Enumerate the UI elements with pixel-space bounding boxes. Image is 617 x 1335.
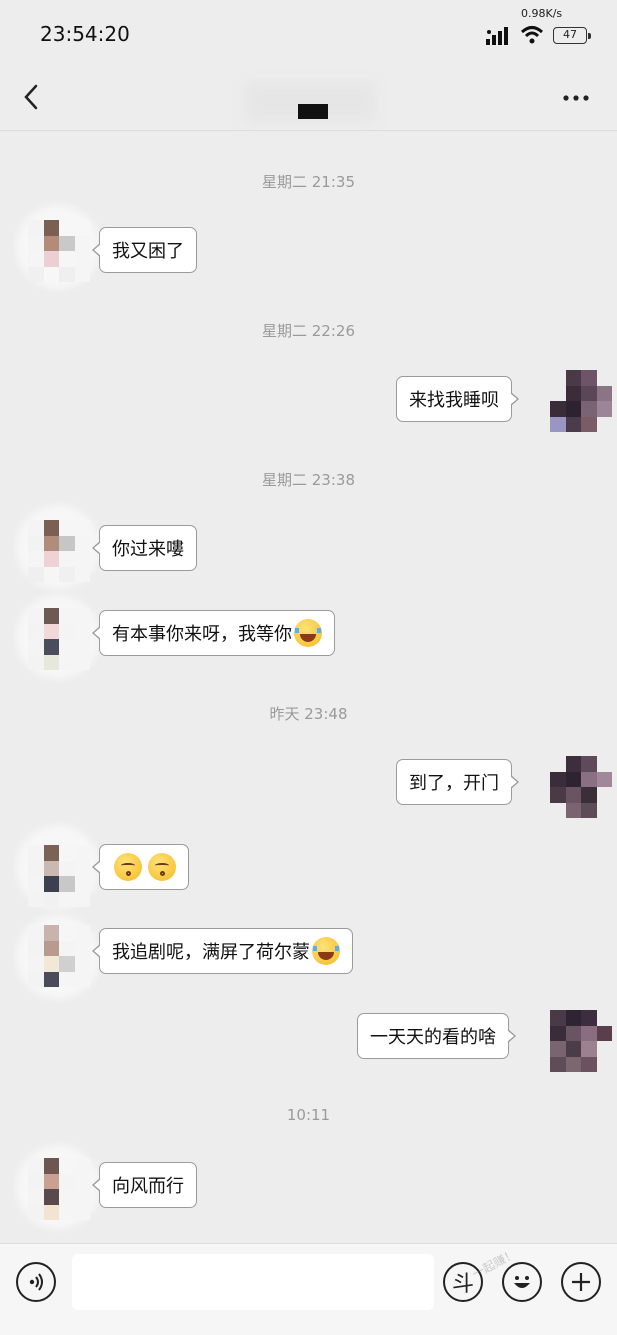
message-text: 有本事你来呀，我等你: [112, 624, 292, 645]
message-bubble-right[interactable]: 一天天的看的啥: [357, 1013, 516, 1059]
input-bar: 斗: [0, 1243, 617, 1335]
emoji-button[interactable]: [502, 1262, 542, 1302]
chat-header: [0, 62, 617, 131]
timestamp: 星期二 22:26: [262, 322, 355, 340]
avatar-self[interactable]: [550, 1010, 612, 1072]
avatar[interactable]: [28, 608, 90, 670]
message-bubble-left[interactable]: [92, 844, 189, 890]
plus-button[interactable]: [561, 1262, 601, 1302]
message-text: 向风而行: [112, 1176, 184, 1197]
message-bubble-left[interactable]: 你过来嘍: [92, 525, 197, 571]
message-bubble-left[interactable]: 我追剧呢，满屏了荷尔蒙: [92, 928, 353, 974]
avatar-self[interactable]: [550, 756, 612, 818]
message-bubble-right[interactable]: 到了，开门: [396, 759, 519, 805]
more-dots-icon[interactable]: [560, 88, 592, 108]
smiley-icon: [514, 1276, 530, 1288]
laugh-cry-emoji-icon: [312, 937, 340, 965]
message-text: 来找我睡呗: [409, 390, 499, 411]
message-bubble-left[interactable]: 我又困了: [92, 227, 197, 273]
back-icon[interactable]: [18, 82, 46, 112]
laugh-cry-emoji-icon: [294, 619, 322, 647]
status-bar: 23:54:20 0.98K/s 47: [0, 0, 617, 62]
timestamp: 星期二 21:35: [262, 173, 355, 191]
emoji-group: [112, 853, 176, 881]
kiss-emoji-icon: [148, 853, 176, 881]
message-text: 到了，开门: [409, 773, 499, 794]
message-text: 你过来嘍: [112, 539, 184, 560]
voice-button[interactable]: [16, 1262, 56, 1302]
status-time: 23:54:20: [40, 22, 130, 46]
message-input[interactable]: [72, 1254, 434, 1310]
message-text: 一天天的看的啥: [370, 1027, 496, 1048]
message-bubble-right[interactable]: 来找我睡呗: [396, 376, 519, 422]
kiss-emoji-icon: [114, 853, 142, 881]
avatar[interactable]: [28, 925, 90, 987]
message-text: 我又困了: [112, 241, 184, 262]
signal-icon: [486, 27, 508, 45]
timestamp: 星期二 23:38: [262, 471, 355, 489]
message-text: 我追剧呢，满屏了荷尔蒙: [112, 942, 310, 963]
contact-name-redacted: [298, 104, 328, 119]
battery-icon: 47: [553, 27, 591, 44]
timestamp: 10:11: [286, 1106, 331, 1124]
voice-icon: [29, 1273, 43, 1291]
timestamp: 昨天 23:48: [269, 705, 348, 723]
plus-icon: [572, 1273, 590, 1291]
avatar[interactable]: [28, 1158, 90, 1220]
wifi-icon: [520, 26, 544, 44]
message-bubble-left[interactable]: 有本事你来呀，我等你: [92, 610, 335, 656]
net-speed: 0.98K/s: [521, 7, 563, 20]
avatar[interactable]: [28, 845, 90, 907]
avatar-self[interactable]: [550, 370, 612, 432]
avatar[interactable]: [28, 220, 90, 282]
message-bubble-left[interactable]: 向风而行: [92, 1162, 197, 1208]
avatar[interactable]: [28, 520, 90, 582]
